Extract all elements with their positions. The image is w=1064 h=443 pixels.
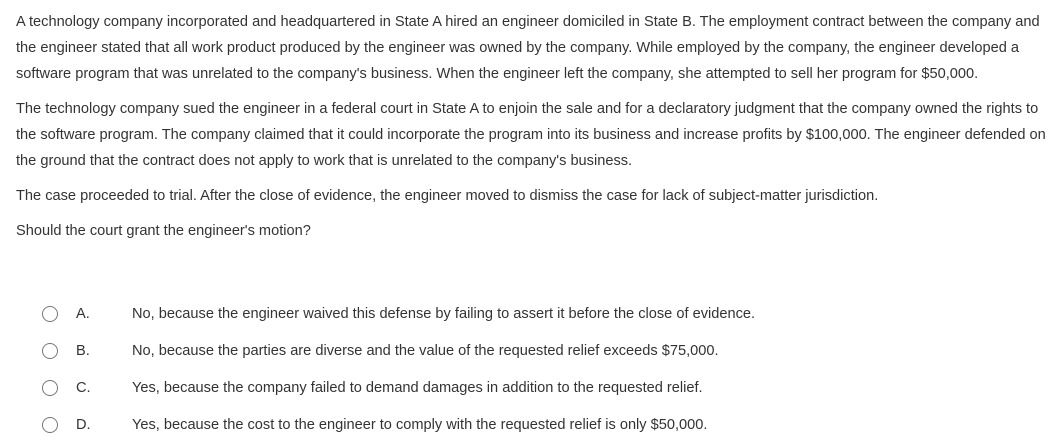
question-paragraph-1: A technology company incorporated and he… (16, 14, 1040, 82)
question-paragraph-3: The case proceeded to trial. After the c… (16, 188, 879, 204)
answer-option-a[interactable]: A. No, because the engineer waived this … (42, 295, 1042, 332)
question-paragraph-2: The technology company sued the engineer… (16, 101, 1046, 169)
answer-options: A. No, because the engineer waived this … (42, 295, 1042, 443)
option-letter-a: A. (76, 305, 90, 322)
option-letter-b: B. (76, 342, 90, 359)
answer-option-b[interactable]: B. No, because the parties are diverse a… (42, 332, 1042, 369)
option-text-b[interactable]: No, because the parties are diverse and … (132, 343, 1042, 359)
answer-option-c[interactable]: C. Yes, because the company failed to de… (42, 369, 1042, 406)
option-text-a[interactable]: No, because the engineer waived this def… (132, 306, 1042, 322)
option-text-d[interactable]: Yes, because the cost to the engineer to… (132, 417, 1042, 433)
question-stem: A technology company incorporated and he… (16, 9, 1062, 253)
question-prompt: Should the court grant the engineer's mo… (16, 223, 311, 239)
option-text-c[interactable]: Yes, because the company failed to deman… (132, 380, 1042, 396)
answer-option-d[interactable]: D. Yes, because the cost to the engineer… (42, 406, 1042, 443)
option-letter-c: C. (76, 379, 91, 396)
radio-button-a[interactable] (42, 305, 58, 322)
radio-button-b[interactable] (42, 342, 58, 359)
option-letter-d: D. (76, 416, 91, 433)
radio-button-c[interactable] (42, 379, 58, 396)
radio-button-d[interactable] (42, 416, 58, 433)
